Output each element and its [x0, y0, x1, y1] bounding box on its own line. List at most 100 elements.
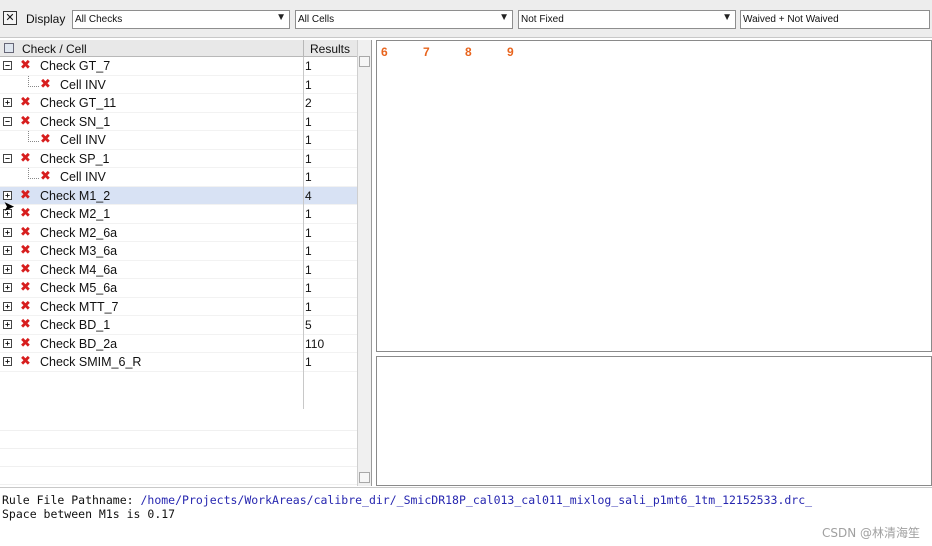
check-label: Check MTT_7 [40, 299, 119, 314]
result-count: 4 [305, 188, 312, 203]
check-tree-panel: Check / Cell Results − ✖ Check GT_7 1 ✖ Cell … [0, 40, 372, 486]
expand-icon[interactable]: + [3, 320, 12, 329]
scroll-down-button[interactable] [359, 472, 370, 483]
rule-file-label: Rule File Pathname: [2, 493, 141, 507]
error-x-icon: ✖ [20, 187, 31, 203]
check-filter-value: All Checks [75, 14, 123, 25]
result-count: 1 [305, 355, 312, 369]
tree-vertical-scrollbar[interactable] [357, 40, 371, 486]
expand-icon[interactable]: + [3, 264, 12, 274]
check-label: Check M1_2 [40, 188, 111, 203]
check-label: Check GT_7 [40, 59, 111, 73]
expand-icon[interactable]: + [3, 98, 12, 107]
scroll-up-button[interactable] [359, 56, 370, 67]
check-list-icon [4, 43, 14, 53]
result-count: 1 [305, 133, 312, 147]
check-filter-select[interactable]: All Checks ▼ [72, 10, 290, 29]
column-header-check-cell[interactable]: Check / Cell [22, 42, 87, 56]
error-x-icon: ✖ [20, 224, 31, 240]
check-label: Check M2_1 [40, 207, 111, 221]
check-label: Check M3_6a [40, 244, 118, 258]
tree-header: Check / Cell Results [0, 40, 357, 57]
result-count: 1 [305, 151, 312, 166]
ruler-number: 9 [507, 45, 514, 59]
result-detail-panel[interactable] [376, 356, 932, 486]
check-label: Check SP_1 [40, 151, 110, 166]
collapse-icon[interactable]: − [3, 61, 12, 70]
ruler-number: 8 [465, 45, 472, 59]
result-count: 1 [305, 262, 312, 277]
calibre-rve-window: ✕ Display All Checks ▼ All Cells ▼ Not F… [0, 0, 932, 546]
waived-filter-select[interactable]: Waived + Not Waived [740, 10, 930, 29]
error-x-icon: ✖ [20, 354, 31, 369]
cell-label: Cell INV [60, 170, 106, 184]
error-x-icon: ✖ [40, 76, 51, 92]
empty-rows [0, 413, 357, 485]
error-x-icon: ✖ [20, 95, 31, 110]
cell-label: Cell INV [60, 133, 106, 147]
collapse-icon[interactable]: − [3, 153, 12, 163]
result-count: 1 [305, 114, 312, 129]
ruler-number: 6 [381, 45, 388, 59]
check-label: Check M4_6a [40, 262, 118, 277]
cell-label: Cell INV [60, 77, 106, 92]
close-icon[interactable]: ✕ [3, 11, 17, 25]
expand-icon[interactable]: + [3, 338, 12, 348]
rule-file-path[interactable]: /home/Projects/WorkAreas/calibre_dir/_Sm… [140, 493, 812, 507]
expand-icon[interactable]: + [3, 357, 12, 366]
column-divider[interactable] [303, 40, 304, 57]
chevron-down-icon: ▼ [499, 12, 509, 23]
expand-icon[interactable]: + [3, 246, 12, 255]
waived-filter-value: Waived + Not Waived [743, 14, 839, 25]
result-count: 110 [305, 336, 325, 351]
result-count: 1 [305, 281, 312, 295]
column-header-results[interactable]: Results [310, 42, 350, 56]
result-count: 1 [305, 170, 312, 184]
ruler-number: 7 [423, 45, 430, 59]
error-x-icon: ✖ [40, 132, 51, 147]
watermark-text: CSDN @林清海笙 [821, 526, 920, 540]
mouse-pointer-icon: ➤ [3, 198, 15, 214]
result-count: 1 [305, 225, 312, 240]
rule-file-line: Rule File Pathname: /home/Projects/WorkA… [2, 493, 812, 507]
filter-toolbar: ✕ Display All Checks ▼ All Cells ▼ Not F… [0, 0, 932, 38]
check-label: Check M5_6a [40, 281, 118, 295]
check-label: Check SMIM_6_R [40, 355, 142, 369]
check-label: Check BD_1 [40, 318, 111, 332]
error-x-icon: ✖ [20, 150, 31, 166]
cell-filter-select[interactable]: All Cells ▼ [295, 10, 513, 29]
result-count: 1 [305, 299, 312, 314]
error-x-icon: ✖ [20, 113, 31, 129]
results-column-divider [303, 57, 304, 409]
display-label: Display [26, 12, 66, 26]
check-label: Check SN_1 [40, 114, 111, 129]
collapse-icon[interactable]: − [3, 116, 12, 126]
result-count: 1 [305, 207, 312, 221]
expand-icon[interactable]: + [3, 301, 12, 311]
error-x-icon: ✖ [20, 280, 31, 295]
fixed-filter-value: Not Fixed [521, 14, 564, 25]
check-label: Check BD_2a [40, 336, 118, 351]
results-view-panel[interactable]: 6 7 8 9 [376, 40, 932, 352]
tree-connector [28, 131, 39, 142]
chevron-down-icon: ▼ [276, 12, 286, 23]
error-x-icon: ✖ [20, 243, 31, 258]
result-count: 1 [305, 244, 312, 258]
expand-icon[interactable]: + [3, 283, 12, 292]
result-count: 1 [305, 77, 312, 92]
info-panel: Rule File Pathname: /home/Projects/WorkA… [0, 487, 932, 546]
error-x-icon: ✖ [40, 169, 51, 184]
result-count: 1 [305, 59, 312, 73]
error-x-icon: ✖ [20, 317, 31, 332]
cell-filter-value: All Cells [298, 14, 335, 25]
check-description: Space between M1s is 0.17 [2, 507, 176, 521]
check-label: Check M2_6a [40, 225, 118, 240]
fixed-filter-select[interactable]: Not Fixed ▼ [518, 10, 736, 29]
tree-connector [28, 168, 39, 179]
error-x-icon: ✖ [20, 335, 31, 351]
error-x-icon: ✖ [20, 298, 31, 314]
expand-icon[interactable]: + [3, 227, 12, 237]
error-x-icon: ✖ [20, 58, 31, 73]
result-count: 2 [305, 96, 312, 110]
error-x-icon: ✖ [20, 206, 31, 221]
